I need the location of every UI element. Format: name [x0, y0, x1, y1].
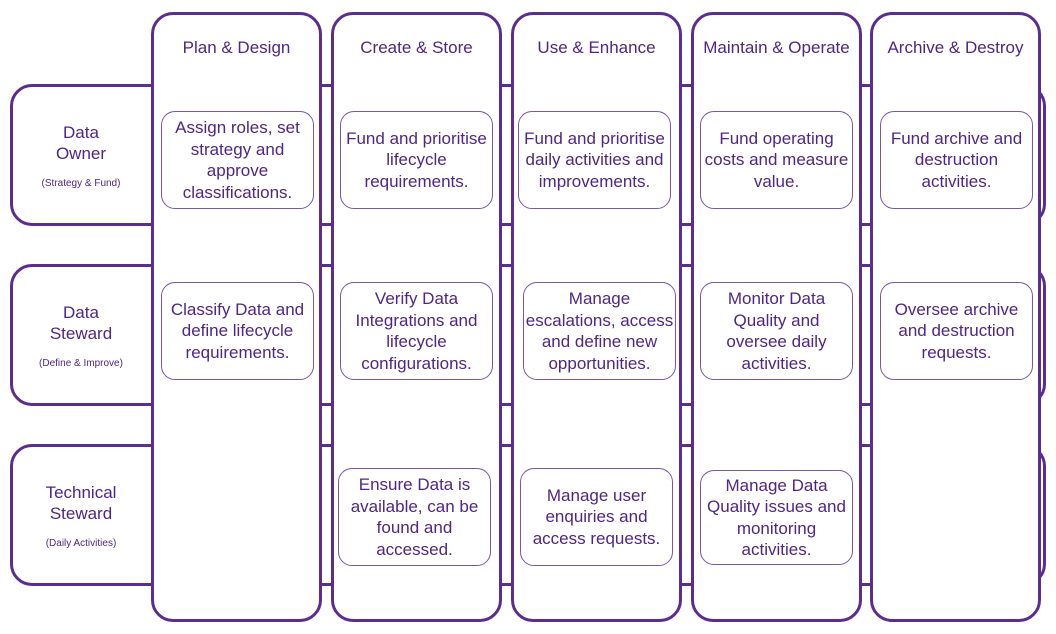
row-title: Data Owner [55, 122, 107, 163]
cell-steward-maintain: Monitor Data Quality and oversee daily a… [700, 282, 853, 380]
cell-owner-use: Fund and prioritise daily activities and… [518, 111, 671, 209]
cell-steward-create: Verify Data Integrations and lifecycle c… [340, 282, 493, 380]
cell-owner-plan: Assign roles, set strategy and approve c… [161, 111, 314, 209]
cell-steward-use: Manage escalations, access and define ne… [523, 282, 676, 380]
row-subtitle: (Strategy & Fund) [41, 177, 121, 189]
row-label-technical-steward: Technical Steward (Daily Activities) [10, 444, 152, 586]
column-header: Archive & Destroy [887, 38, 1024, 57]
column-header: Plan & Design [182, 38, 291, 57]
row-label-data-steward: Data Steward (Define & Improve) [10, 264, 152, 406]
column-header: Maintain & Operate [703, 38, 850, 57]
cell-steward-plan: Classify Data and define lifecycle requi… [161, 282, 314, 380]
row-subtitle: (Daily Activities) [45, 537, 117, 549]
column-header: Use & Enhance [537, 38, 656, 57]
row-subtitle: (Define & Improve) [39, 357, 123, 369]
cell-steward-archive: Oversee archive and destruction requests… [880, 282, 1033, 380]
cell-technical-use: Manage user enquiries and access request… [520, 468, 673, 566]
cell-owner-archive: Fund archive and destruction activities. [880, 111, 1033, 209]
column-header: Create & Store [360, 38, 473, 57]
cell-technical-create: Ensure Data is available, can be found a… [338, 468, 491, 566]
row-title: Data Steward [49, 302, 113, 343]
cell-owner-create: Fund and prioritise lifecycle requiremen… [340, 111, 493, 209]
row-title: Technical Steward [45, 482, 117, 523]
cell-owner-maintain: Fund operating costs and measure value. [700, 111, 853, 209]
cell-technical-maintain: Manage Data Quality issues and monitorin… [700, 470, 853, 565]
row-label-data-owner: Data Owner (Strategy & Fund) [10, 84, 152, 226]
